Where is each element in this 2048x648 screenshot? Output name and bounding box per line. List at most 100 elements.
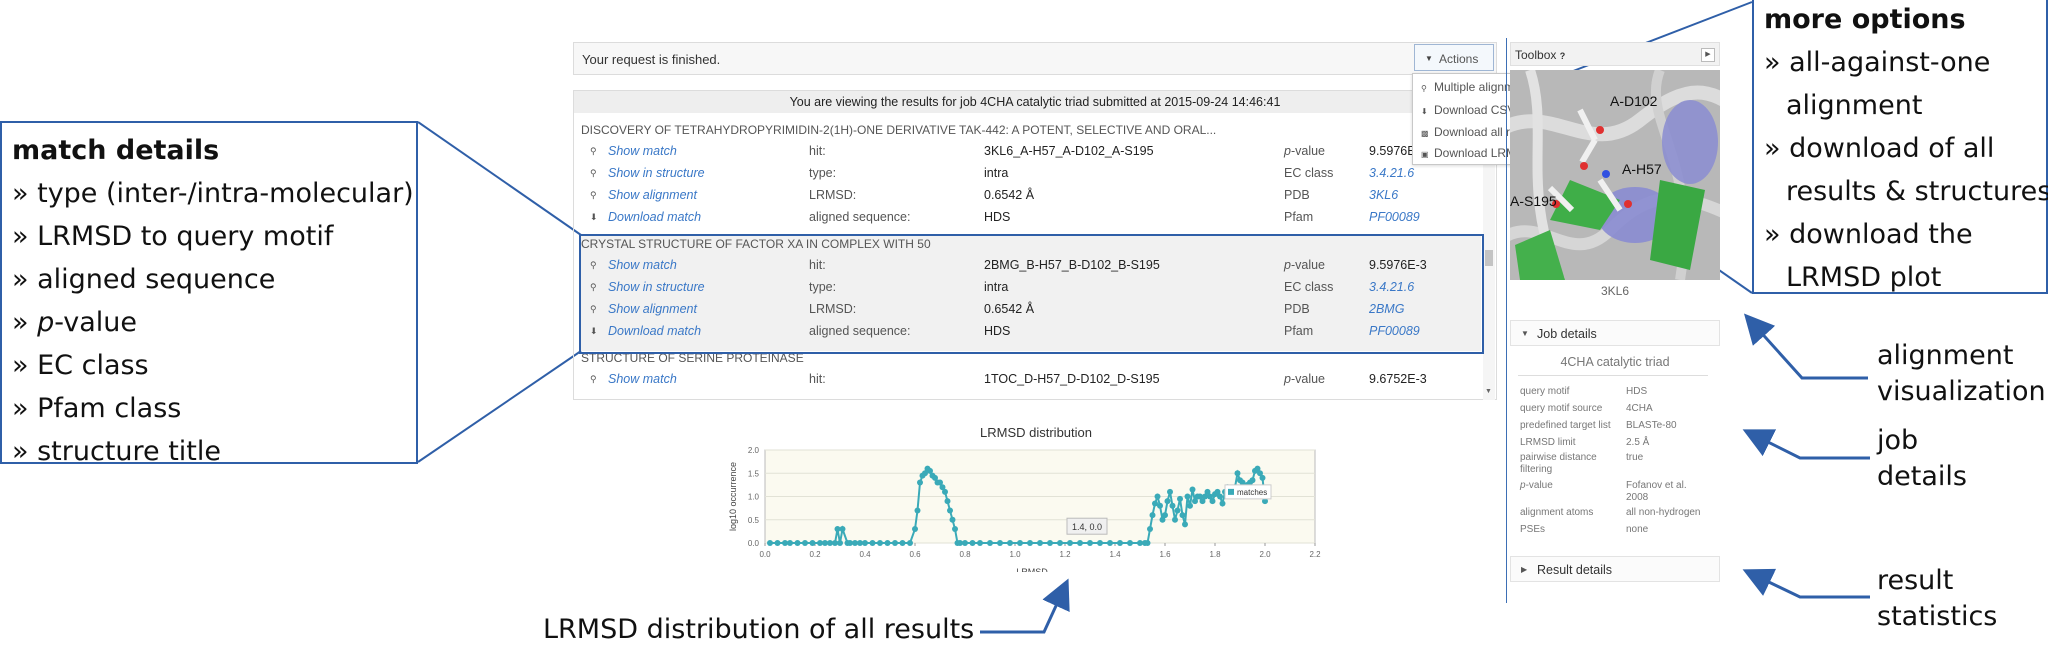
job-detail-key: query motif bbox=[1520, 386, 1570, 397]
viewer-caption: 3KL6 bbox=[1600, 284, 1630, 298]
lrmsd-distribution-annotation: LRMSD distribution of all results bbox=[543, 614, 975, 645]
field-label: type: bbox=[809, 166, 837, 180]
data-point bbox=[869, 540, 876, 546]
data-point bbox=[1154, 493, 1161, 500]
collapse-arrow-icon[interactable]: ▶ bbox=[1701, 48, 1715, 62]
image-icon: ▣ bbox=[1421, 150, 1429, 159]
field-label: hit: bbox=[809, 372, 826, 386]
data-point bbox=[1047, 540, 1053, 546]
data-point bbox=[1187, 502, 1193, 509]
x-tick-label: 1.2 bbox=[1059, 550, 1071, 559]
result-details-label: Result details bbox=[1537, 563, 1613, 577]
data-point bbox=[1259, 474, 1266, 481]
more-options-title: more options bbox=[1764, 4, 1966, 35]
data-point bbox=[899, 540, 906, 546]
data-point bbox=[1189, 486, 1196, 493]
y-tick-label: 1.0 bbox=[748, 493, 760, 502]
x-tick-label: 2.0 bbox=[1259, 550, 1271, 559]
x-tick-label: 1.0 bbox=[1009, 550, 1021, 559]
scroll-down-icon[interactable]: ▼ bbox=[1485, 388, 1492, 395]
data-point bbox=[809, 540, 816, 546]
data-point bbox=[987, 540, 993, 546]
job-name: 4CHA catalytic triad bbox=[1560, 355, 1670, 369]
menu-item-download-csv[interactable]: ⬇ Download CSV bbox=[1421, 103, 1515, 121]
field-label: hit: bbox=[809, 144, 826, 158]
result-action-link[interactable]: Download match bbox=[608, 210, 701, 224]
callout-line: » Pfam class bbox=[12, 393, 182, 424]
job-detail-value: Fofanov et al. 2008 bbox=[1626, 480, 1687, 503]
result-action-link[interactable]: Show match bbox=[608, 144, 677, 158]
actions-label: Actions bbox=[1439, 52, 1479, 66]
data-point bbox=[1127, 540, 1133, 546]
magnify-icon: ⚲ bbox=[590, 168, 597, 178]
job-detail-value: HDS bbox=[1626, 386, 1648, 397]
match-details-callout: match details » type (inter-/intra-molec… bbox=[0, 121, 418, 467]
data-point bbox=[912, 526, 918, 533]
structure-title: DISCOVERY OF TETRAHYDROPYRIMIDIN-2(1H)-O… bbox=[581, 123, 1217, 137]
meta-value[interactable]: 3KL6 bbox=[1369, 188, 1398, 202]
data-point bbox=[969, 540, 976, 546]
legend-swatch bbox=[1228, 488, 1234, 495]
job-detail-value: BLASTe-80 bbox=[1626, 420, 1677, 431]
data-point bbox=[1167, 488, 1173, 495]
y-axis-label: log10 occurrence bbox=[728, 462, 738, 531]
annotation-line: visualization bbox=[1877, 376, 2046, 407]
data-point bbox=[1149, 512, 1156, 519]
field-value: 0.6542 Å bbox=[984, 188, 1035, 202]
y-tick-label: 1.5 bbox=[748, 469, 760, 478]
data-point bbox=[1157, 502, 1163, 509]
data-point bbox=[1144, 540, 1151, 546]
data-point bbox=[907, 540, 913, 546]
y-tick-label: 0.0 bbox=[748, 539, 760, 548]
x-tick-label: 0.4 bbox=[859, 550, 871, 559]
scrollbar-thumb[interactable] bbox=[1485, 250, 1493, 266]
x-tick-label: 1.8 bbox=[1209, 550, 1221, 559]
callout-line: » download the bbox=[1764, 219, 1973, 250]
data-point bbox=[1057, 540, 1063, 546]
x-tick-label: 2.2 bbox=[1309, 550, 1321, 559]
data-point bbox=[1087, 540, 1093, 546]
job-detail-key: pairwise distance filtering bbox=[1520, 452, 1597, 475]
x-tick-label: 0.0 bbox=[759, 550, 771, 559]
help-icon[interactable]: ? bbox=[1560, 51, 1566, 61]
alignment-visualization-annotation: alignment visualization bbox=[1877, 338, 2046, 410]
x-tick-label: 0.2 bbox=[809, 550, 821, 559]
job-detail-value: 2.5 Å bbox=[1626, 437, 1650, 448]
y-tick-label: 0.5 bbox=[748, 516, 760, 525]
job-details-annotation: job details bbox=[1877, 423, 1967, 495]
job-detail-value: none bbox=[1626, 524, 1649, 535]
data-point bbox=[1017, 540, 1023, 546]
result-action-link[interactable]: Show alignment bbox=[608, 188, 697, 202]
result-details-section[interactable]: ▶ Result details bbox=[1510, 556, 1720, 582]
legend-label: matches bbox=[1237, 488, 1267, 497]
data-point bbox=[839, 526, 846, 533]
meta-value[interactable]: PF00089 bbox=[1369, 210, 1420, 224]
magnify-icon: ⚲ bbox=[590, 374, 597, 384]
meta-label: Pfam bbox=[1284, 210, 1314, 224]
callout-line: » aligned sequence bbox=[12, 264, 276, 295]
annotation-line: job bbox=[1877, 425, 1919, 456]
data-point bbox=[1249, 477, 1256, 484]
result-action-link[interactable]: Show in structure bbox=[608, 166, 705, 180]
job-details-section[interactable]: ▼ Job details bbox=[1510, 320, 1720, 346]
data-point bbox=[1162, 512, 1168, 519]
result-action-link[interactable]: Show match bbox=[608, 372, 677, 386]
data-point bbox=[947, 507, 953, 514]
x-tick-label: 0.8 bbox=[959, 550, 971, 559]
meta-value[interactable]: 3.4.21.6 bbox=[1369, 166, 1414, 180]
data-point bbox=[1174, 507, 1181, 514]
structure-viewer[interactable]: A-D102 A-H57 A-S195 bbox=[1510, 70, 1720, 280]
meta-value: 9.6752E-3 bbox=[1369, 372, 1427, 386]
data-point bbox=[1217, 493, 1223, 500]
download-icon: ⬇ bbox=[1421, 107, 1428, 116]
actions-button[interactable]: ▼ Actions bbox=[1414, 44, 1494, 71]
meta-label: PDB bbox=[1284, 188, 1310, 202]
data-point bbox=[1164, 498, 1171, 505]
callout-line: » download of all bbox=[1764, 133, 1995, 164]
data-point bbox=[944, 498, 951, 505]
data-point bbox=[1067, 540, 1073, 546]
meta-label: EC class bbox=[1284, 166, 1334, 180]
data-point bbox=[1172, 516, 1178, 523]
more-options-callout: more options » all-against-one alignment… bbox=[1752, 0, 2048, 294]
caret-right-icon: ▶ bbox=[1521, 565, 1528, 574]
